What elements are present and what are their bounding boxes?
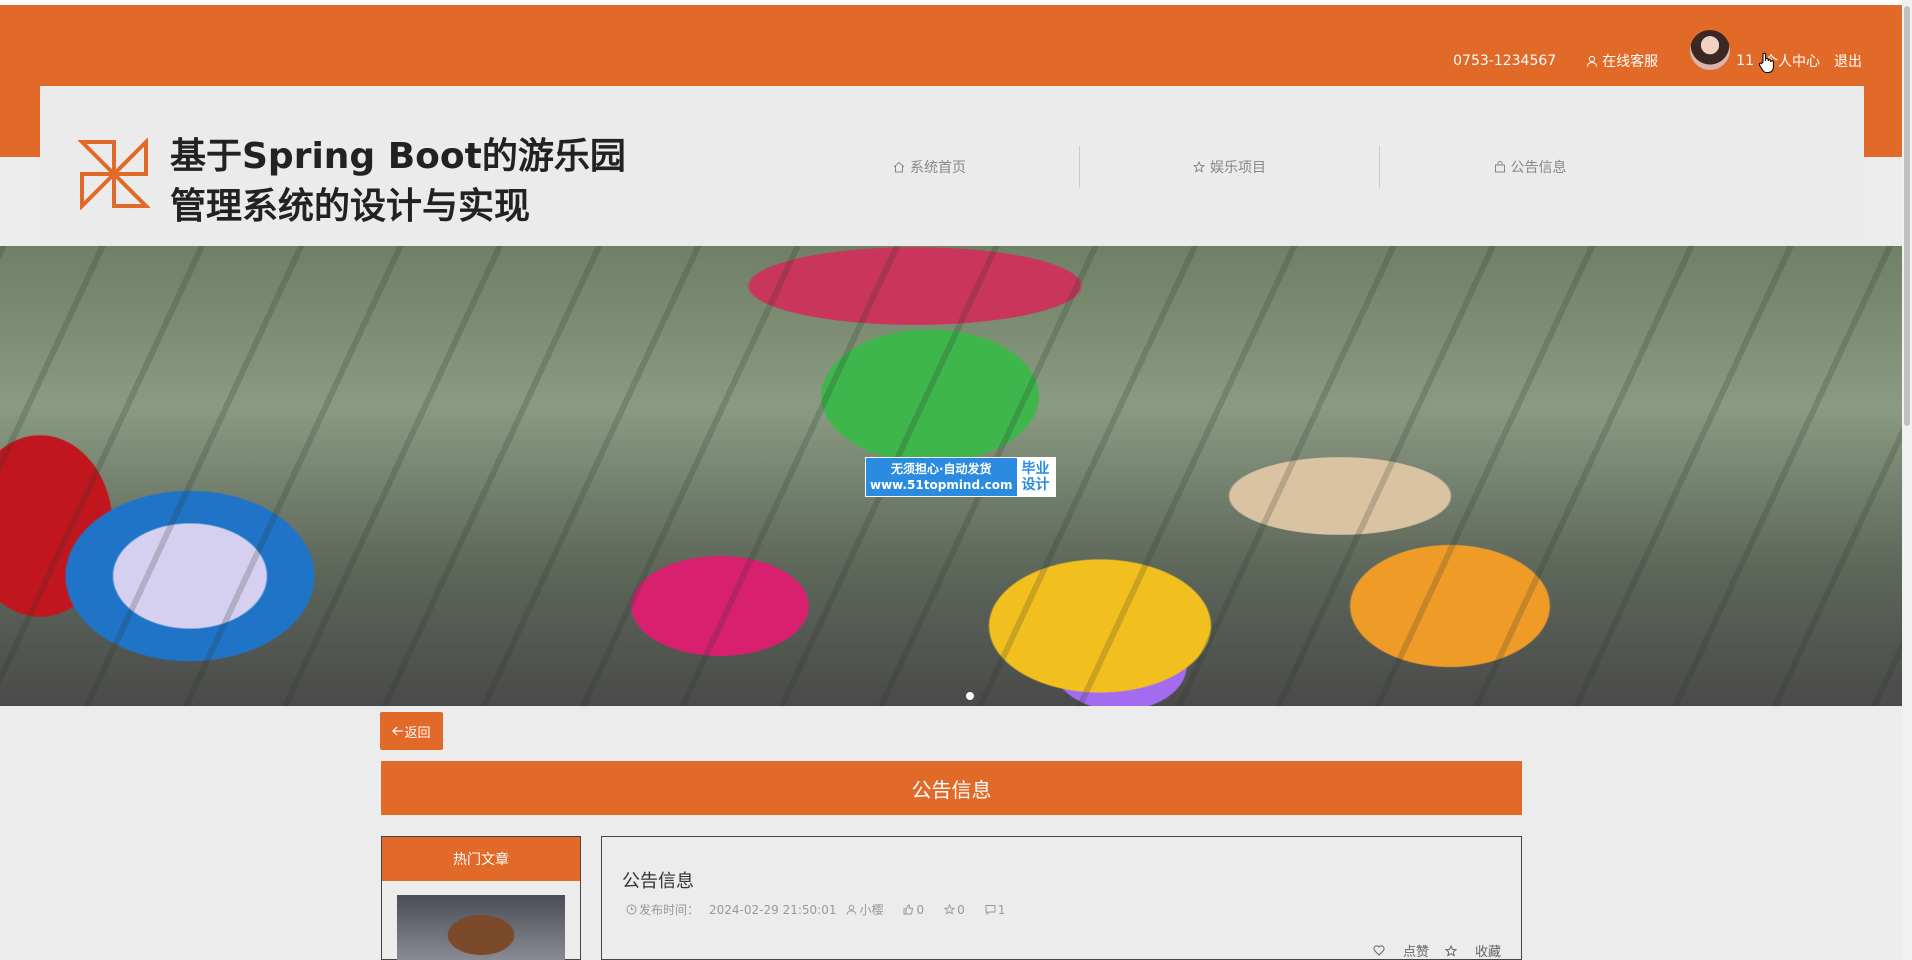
user-icon: [847, 904, 857, 915]
like-button[interactable]: 点赞: [1373, 941, 1429, 960]
author: 小樱: [846, 901, 893, 918]
publish-time: 发布时间： 2024-02-29 21:50:01: [626, 901, 836, 918]
watermark-url: www.51topmind.com: [870, 478, 1013, 492]
pinwheel-logo-icon: [78, 138, 150, 210]
back-label: 返回: [404, 725, 431, 741]
nav-item-label: 公告信息: [1510, 160, 1567, 176]
article-actions: 点赞 收藏: [1357, 941, 1501, 960]
username[interactable]: 11: [1736, 53, 1754, 69]
page-scrollbar[interactable]: [1902, 0, 1912, 960]
bag-icon: [1494, 161, 1505, 173]
star-icon: [944, 904, 956, 915]
article-meta: 发布时间： 2024-02-29 21:50:01 小樱 0 0 1: [626, 901, 1025, 918]
section-title: 公告信息: [381, 761, 1522, 815]
hot-article-thumbnail[interactable]: [397, 895, 565, 960]
phone-number: 0753-1234567: [1453, 53, 1557, 69]
nav-item-label: 系统首页: [910, 160, 966, 176]
online-service-label: 在线客服: [1602, 54, 1659, 70]
top-bar: 0753-1234567 在线客服 11 个人中心 退出: [1453, 30, 1862, 72]
user-icon: [1587, 55, 1598, 67]
banner-carousel[interactable]: 无须担心·自动发货 www.51topmind.com 毕业 设计: [0, 246, 1902, 706]
nav-item-notices[interactable]: 公告信息: [1380, 146, 1680, 188]
avatar[interactable]: [1690, 30, 1731, 70]
hand-cursor-icon: [1758, 52, 1774, 73]
site-title: 基于Spring Boot的游乐园管理系统的设计与实现: [170, 136, 626, 227]
article-title: 公告信息: [622, 871, 694, 892]
favorite-count: 0: [944, 903, 975, 917]
header-card: 基于Spring Boot的游乐园管理系统的设计与实现 系统首页 娱乐项目 公告…: [40, 86, 1864, 246]
favorite-button[interactable]: 收藏: [1444, 941, 1501, 960]
watermark-right-text: 毕业: [1021, 461, 1050, 477]
back-button[interactable]: 返回: [380, 712, 443, 750]
watermark-text: 无须担心·自动发货: [890, 462, 992, 476]
watermark-badge: 无须担心·自动发货 www.51topmind.com 毕业 设计: [865, 457, 1056, 497]
watermark-right-text: 设计: [1021, 477, 1050, 493]
online-service-link[interactable]: 在线客服: [1586, 51, 1658, 71]
heart-icon: [1373, 945, 1385, 956]
thumbs-up-icon: [903, 904, 914, 915]
carousel-dot[interactable]: [966, 692, 974, 700]
like-count: 0: [903, 903, 934, 917]
main-nav: 系统首页 娱乐项目 公告信息: [780, 146, 1680, 188]
nav-item-entertainment[interactable]: 娱乐项目: [1080, 146, 1380, 188]
clock-icon: [626, 904, 637, 915]
nav-item-label: 娱乐项目: [1210, 160, 1266, 176]
arrow-left-icon: [392, 726, 404, 736]
scrollbar-thumb[interactable]: [1904, 6, 1910, 426]
star-icon: [1193, 161, 1205, 173]
article-panel: 公告信息 发布时间： 2024-02-29 21:50:01 小樱 0 0 1 点…: [601, 836, 1522, 960]
hot-articles-panel: 热门文章: [381, 836, 581, 960]
comment-icon: [985, 905, 996, 915]
hot-articles-title: 热门文章: [382, 837, 580, 881]
nav-item-home[interactable]: 系统首页: [780, 146, 1080, 188]
logout-link[interactable]: 退出: [1834, 51, 1862, 71]
home-icon: [893, 161, 905, 173]
comment-count: 1: [985, 903, 1016, 917]
star-icon: [1444, 944, 1457, 957]
